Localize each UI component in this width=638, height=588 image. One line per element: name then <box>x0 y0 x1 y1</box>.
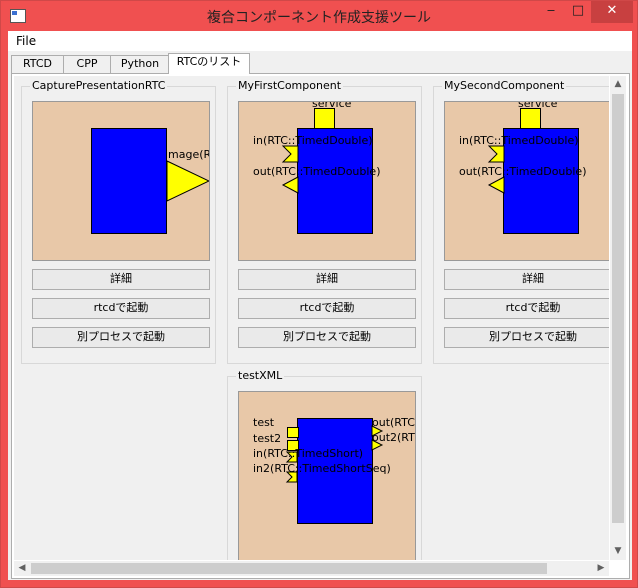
vertical-scrollbar[interactable]: ▲ ▼ <box>610 76 626 560</box>
title-bar[interactable]: 複合コンポーネント作成支援ツール ‒ □ ✕ <box>1 1 637 31</box>
component-canvas[interactable]: service in(RTC::TimedDouble) out(RTC::Ti… <box>238 101 416 261</box>
component-name: CapturePresentationRTC <box>30 79 168 92</box>
tab-bar: RTCD CPP Python RTCのリスト <box>8 53 632 74</box>
port-label-image: image(R <box>165 148 210 161</box>
scroll-left-arrow-icon[interactable]: ◀ <box>14 561 30 576</box>
component-name: MyFirstComponent <box>236 79 344 92</box>
rtcd-launch-button[interactable]: rtcdで起動 <box>32 298 210 319</box>
component-canvas[interactable]: image(R <box>32 101 210 261</box>
component-group: CapturePresentationRTC image(R 詳細 rtcdで起… <box>21 79 216 364</box>
horizontal-scrollbar[interactable]: ◀ ▶ <box>14 561 609 576</box>
port-label-test: test <box>253 416 275 429</box>
rtcd-launch-button[interactable]: rtcdで起動 <box>238 298 416 319</box>
port-label-out: out(RTC::TimedDouble) <box>253 165 381 178</box>
separate-process-launch-button[interactable]: 別プロセスで起動 <box>444 327 609 348</box>
tab-rtc-list[interactable]: RTCのリスト <box>168 53 250 74</box>
service-port <box>520 108 541 129</box>
port-label-service: service <box>312 101 352 110</box>
scroll-right-arrow-icon[interactable]: ▶ <box>593 561 609 576</box>
menu-file[interactable]: File <box>16 34 36 48</box>
port-label-out: out(RTC <box>372 416 415 429</box>
component-name: testXML <box>236 369 285 382</box>
port-label-in: in(RTC::TimedShort) <box>253 447 364 460</box>
separate-process-launch-button[interactable]: 別プロセスで起動 <box>32 327 210 348</box>
port-label-in2: in2(RTC::TimedShortSeq) <box>253 462 391 475</box>
port-label-out2: out2(RT <box>372 431 415 444</box>
port-label-out: out(RTC::TimedDouble) <box>459 165 587 178</box>
tab-cpp[interactable]: CPP <box>63 55 111 73</box>
tab-python[interactable]: Python <box>110 55 170 73</box>
tab-panel: CapturePresentationRTC image(R 詳細 rtcdで起… <box>11 73 630 579</box>
outport-marker <box>281 176 299 194</box>
minimize-button[interactable]: ‒ <box>537 1 565 23</box>
maximize-button[interactable]: □ <box>565 1 591 23</box>
horizontal-scroll-thumb[interactable] <box>31 563 547 574</box>
scroll-down-arrow-icon[interactable]: ▼ <box>610 543 626 559</box>
port-label-service: service <box>518 101 558 110</box>
component-group: MySecondComponent service in(RTC::TimedD… <box>433 79 609 364</box>
service-port-test <box>287 427 299 438</box>
outport-triangle <box>166 160 209 202</box>
scroll-up-arrow-icon[interactable]: ▲ <box>610 76 626 92</box>
component-canvas[interactable]: service in(RTC::TimedDouble) out(RTC::Ti… <box>444 101 609 261</box>
details-button[interactable]: 詳細 <box>444 269 609 290</box>
details-button[interactable]: 詳細 <box>32 269 210 290</box>
service-port <box>314 108 335 129</box>
port-label-in: in(RTC::TimedDouble) <box>459 134 579 147</box>
port-label-in: in(RTC::TimedDouble) <box>253 134 373 147</box>
vertical-scroll-thumb[interactable] <box>612 94 624 523</box>
rtcd-launch-button[interactable]: rtcdで起動 <box>444 298 609 319</box>
component-canvas[interactable]: test test2 in(RTC::TimedShort) in2(RTC::… <box>238 391 416 560</box>
component-body <box>91 128 167 234</box>
inport-marker <box>487 145 505 163</box>
component-group: MyFirstComponent service in(RTC::TimedDo… <box>227 79 422 364</box>
app-window: 複合コンポーネント作成支援ツール ‒ □ ✕ File RTCD CPP Pyt… <box>0 0 638 588</box>
component-list-area: CapturePresentationRTC image(R 詳細 rtcdで起… <box>14 76 609 560</box>
component-group: testXML test test2 in(RTC::TimedShort) i… <box>227 369 422 560</box>
menu-bar: File <box>8 31 632 51</box>
details-button[interactable]: 詳細 <box>238 269 416 290</box>
tab-rtcd[interactable]: RTCD <box>11 55 64 73</box>
close-button[interactable]: ✕ <box>591 1 633 23</box>
inport-marker <box>281 145 299 163</box>
client-area: File RTCD CPP Python RTCのリスト CapturePres… <box>8 31 632 580</box>
component-name: MySecondComponent <box>442 79 567 92</box>
separate-process-launch-button[interactable]: 別プロセスで起動 <box>238 327 416 348</box>
outport-marker <box>487 176 505 194</box>
port-label-test2: test2 <box>253 432 282 445</box>
